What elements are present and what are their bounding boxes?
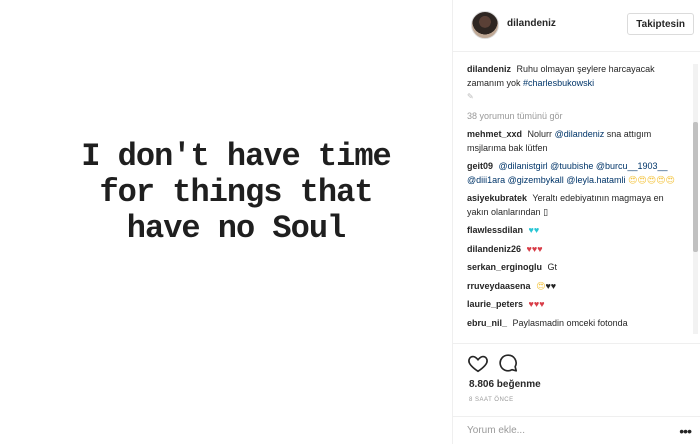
list-item: dilandeniz26 ♥♥♥ [467,243,687,257]
scrollbar-thumb[interactable] [693,122,698,252]
list-item: asiyekubratek Yeraltı edebiyatının magma… [467,192,687,219]
add-comment-bar: ••• [453,416,700,444]
post-image: I don't have time for things that have n… [0,0,452,444]
emoji: ♥♥♥ [526,243,543,254]
comment-username[interactable]: flawlessdilan [467,225,523,235]
post-actions: 8.806 beğenme 8 SAAT ÖNCE ••• [453,343,700,444]
caption: dilandeniz Ruhu olmayan şeylere harcayac… [467,63,687,104]
quote-line: have no Soul [126,210,346,247]
list-item: mehmet_xxd Nolurr @dilandeniz sna attıgı… [467,128,687,155]
quote-text: I don't have time for things that have n… [36,139,436,247]
heart-icon[interactable] [467,352,489,374]
comments-list: dilandeniz Ruhu olmayan şeylere harcayac… [467,63,687,339]
likes-count[interactable]: 8.806 beğenme [469,379,541,390]
hashtag-link[interactable]: #charlesbukowski [523,78,594,88]
comment-username[interactable]: ebru_nil_ [467,318,507,328]
follow-button[interactable]: Takiptesin [627,13,694,35]
comment-username[interactable]: rruveydaasena [467,281,531,291]
comment-input[interactable] [467,425,667,436]
emoji: ♥♥ [545,280,557,291]
quote-line: I don't have time [81,138,391,175]
list-item: laurie_peters ♥♥♥ [467,298,687,312]
post-timestamp: 8 SAAT ÖNCE [469,397,514,403]
emoji: 😍😍😍😍😍 [627,174,675,185]
comment-text: Gt [547,262,558,272]
list-item: rruveydaasena 😍♥♥ [467,280,687,294]
mention-link[interactable]: @dilandeniz [555,129,605,139]
list-item: serkan_erginoglu Gt [467,261,687,275]
comment-icon[interactable] [497,352,519,374]
comments-scrollbar[interactable] [693,64,698,334]
list-item: flawlessdilan ♥♥ [467,224,687,238]
list-item: geit09 @dilanistgirl @tuubishe @burcu__1… [467,160,687,187]
avatar[interactable] [471,11,499,39]
comment-username[interactable]: laurie_peters [467,299,523,309]
edited-icon: ✎ [467,92,474,101]
emoji: ▯ [543,206,549,217]
list-item: ebru_nil_ Paylasmadin omceki fotonda [467,317,687,331]
post-sidebar: dilandeniz Takiptesin dilandeniz Ruhu ol… [452,0,700,444]
more-options-icon[interactable]: ••• [679,423,692,439]
comment-text: Paylasmadin omceki fotonda [512,317,628,328]
emoji: ♥♥♥ [528,299,545,309]
quote-line: for things that [99,174,373,211]
emoji: ♥♥ [528,225,540,235]
view-all-comments-link[interactable]: 38 yorumun tümünü gör [467,110,687,124]
comment-text: Nolurr [527,129,553,139]
comment-username[interactable]: asiyekubratek [467,193,527,203]
comment-username[interactable]: serkan_erginoglu [467,262,542,272]
comment-username[interactable]: dilandeniz26 [467,244,521,254]
post-header: dilandeniz Takiptesin [453,0,700,52]
caption-username[interactable]: dilandeniz [467,64,511,74]
comment-username[interactable]: mehmet_xxd [467,129,522,139]
header-username[interactable]: dilandeniz [507,18,556,29]
comment-username[interactable]: geit09 [467,161,493,171]
